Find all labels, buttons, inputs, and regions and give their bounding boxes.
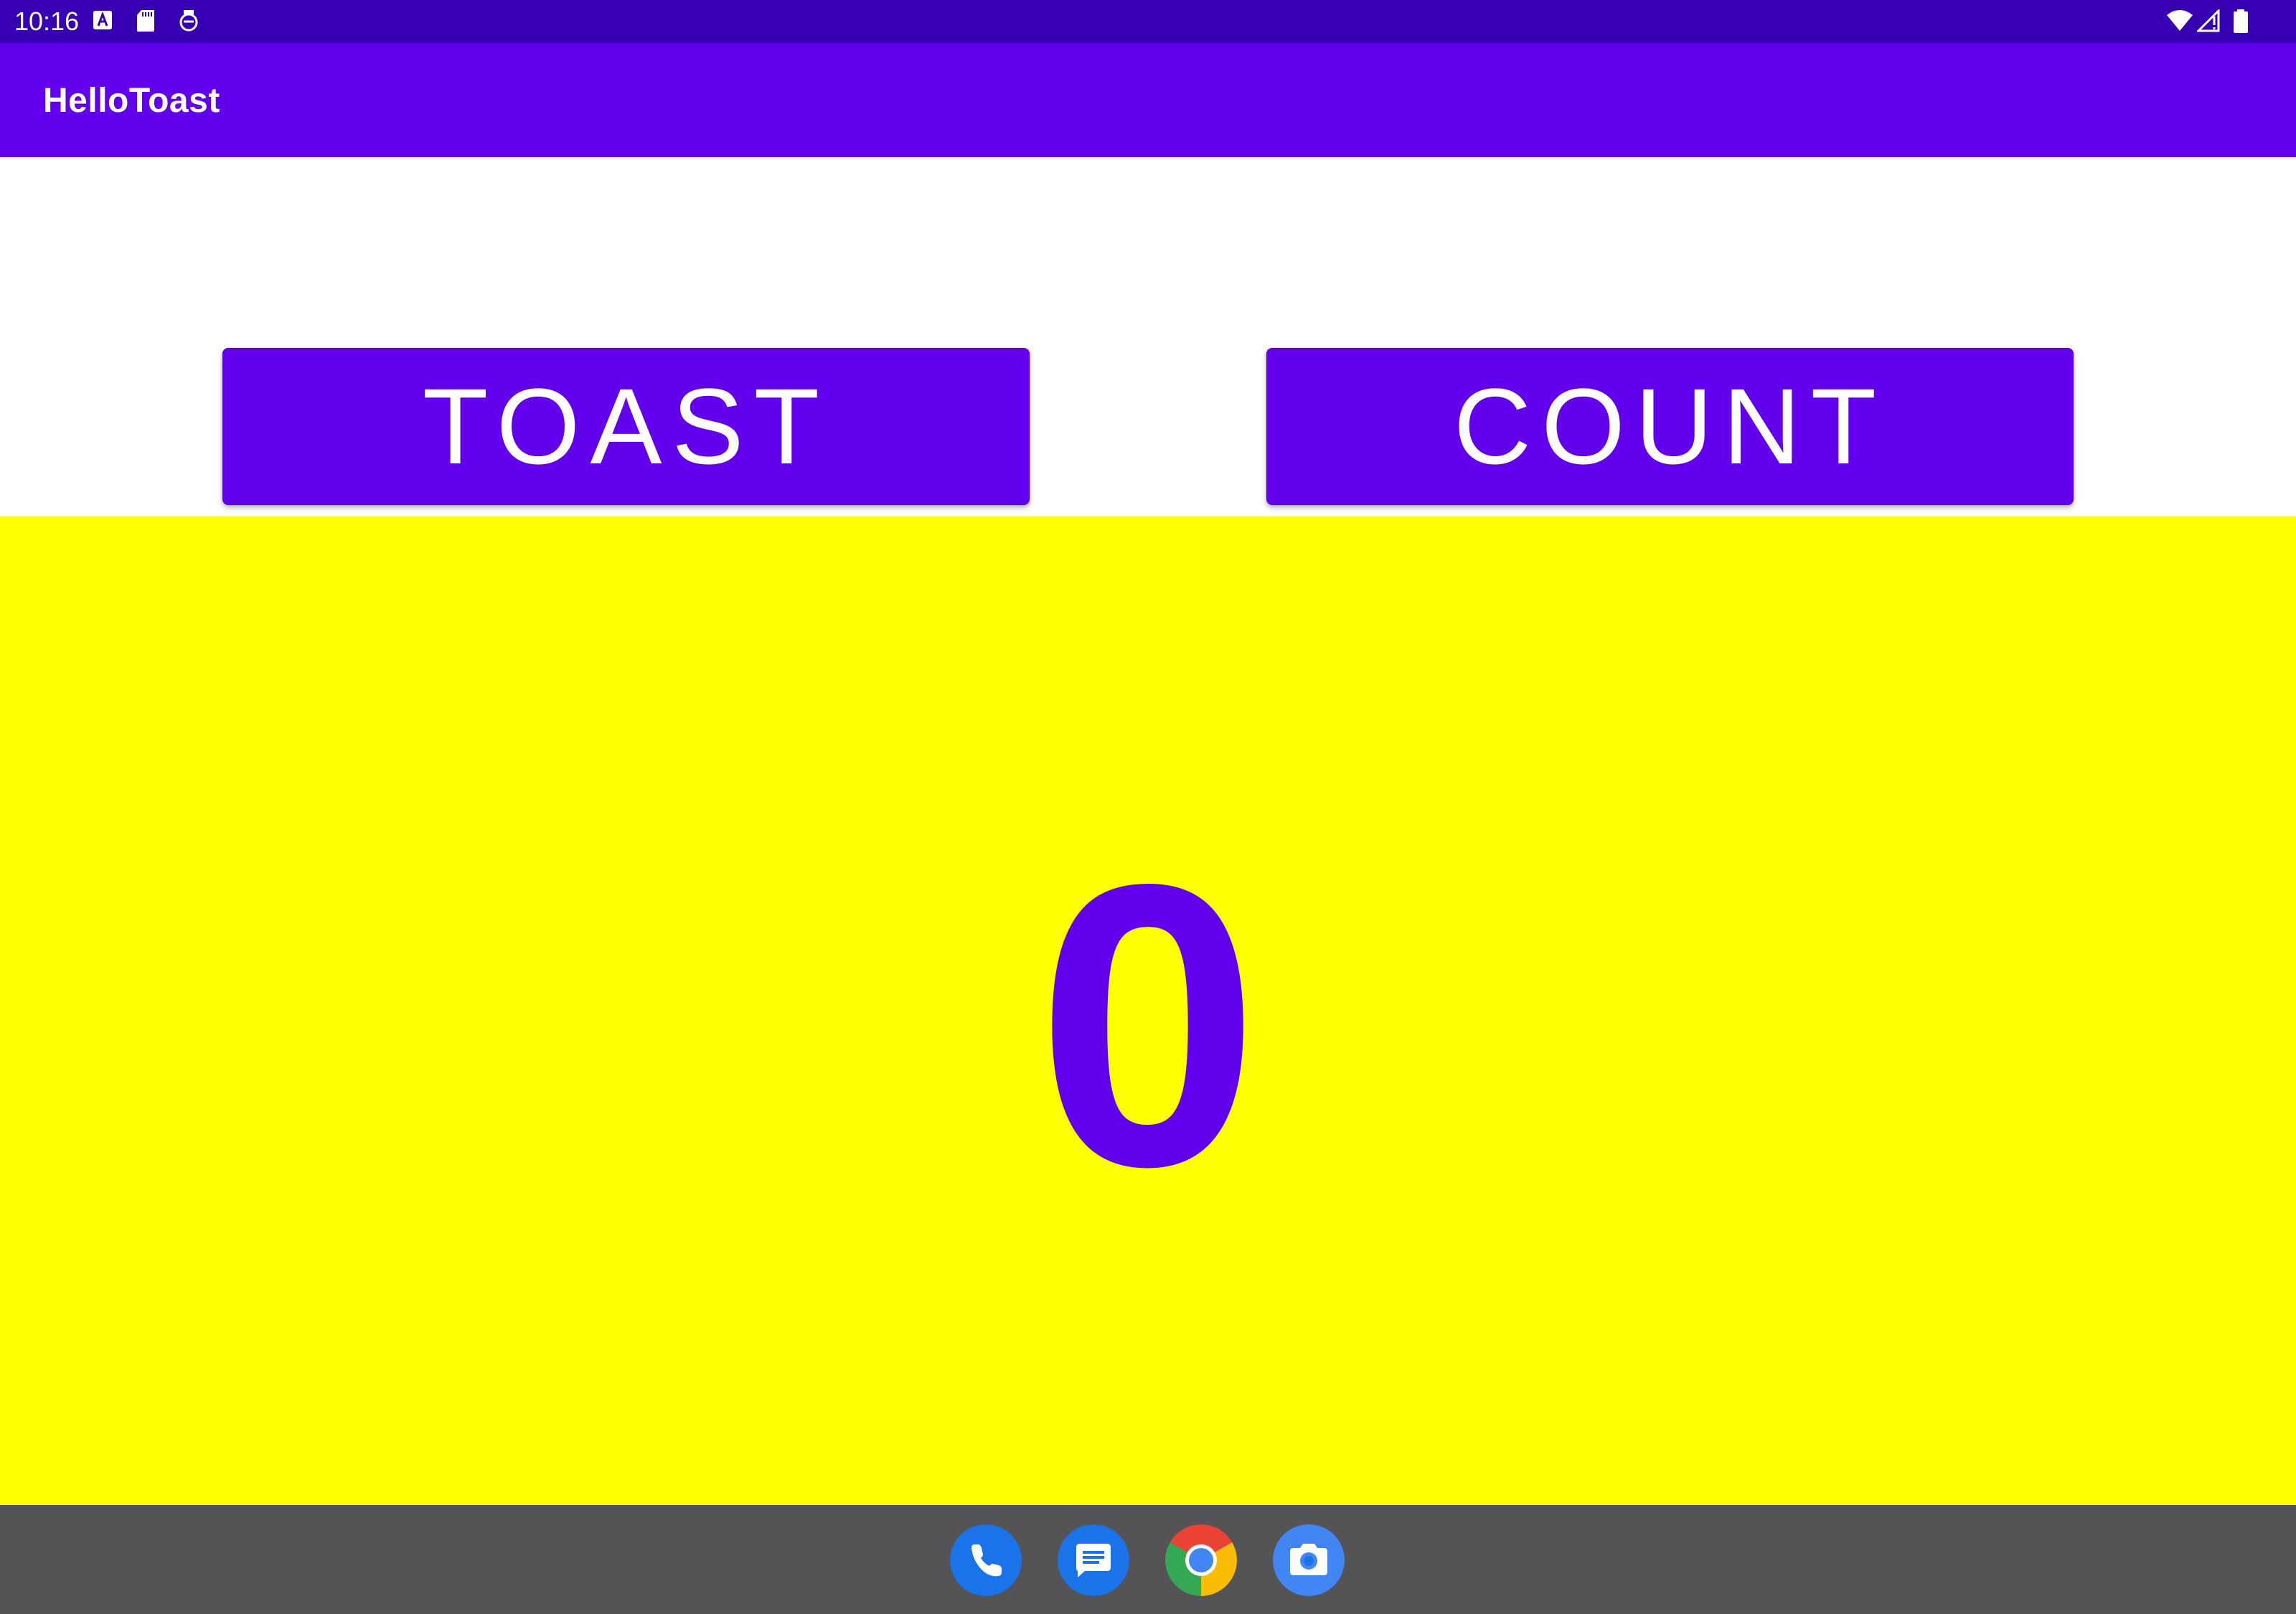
sd-card-icon <box>137 10 154 32</box>
phone-icon[interactable] <box>950 1524 1022 1596</box>
a-box-icon <box>93 11 112 29</box>
messages-icon[interactable] <box>1058 1524 1129 1596</box>
signal-icon <box>2197 9 2220 32</box>
sync-icon <box>179 10 198 32</box>
status-bar: 10:16 <box>0 0 2296 43</box>
battery-icon <box>2234 9 2248 33</box>
app-dock <box>950 1524 1346 1596</box>
app-title: HelloToast <box>43 82 220 120</box>
camera-icon[interactable] <box>1273 1524 1345 1596</box>
count-panel: 0 <box>0 516 2296 1505</box>
chrome-icon[interactable] <box>1165 1524 1237 1596</box>
app-bar: HelloToast <box>0 43 2296 157</box>
main-content: TOAST COUNT 0 <box>0 157 2296 1505</box>
count-button[interactable]: COUNT <box>1266 348 2074 505</box>
toast-button[interactable]: TOAST <box>222 348 1030 505</box>
wifi-icon <box>2167 10 2193 31</box>
count-value: 0 <box>1036 801 1260 1250</box>
nav-bar <box>0 1505 2296 1614</box>
status-time: 10:16 <box>14 6 80 36</box>
